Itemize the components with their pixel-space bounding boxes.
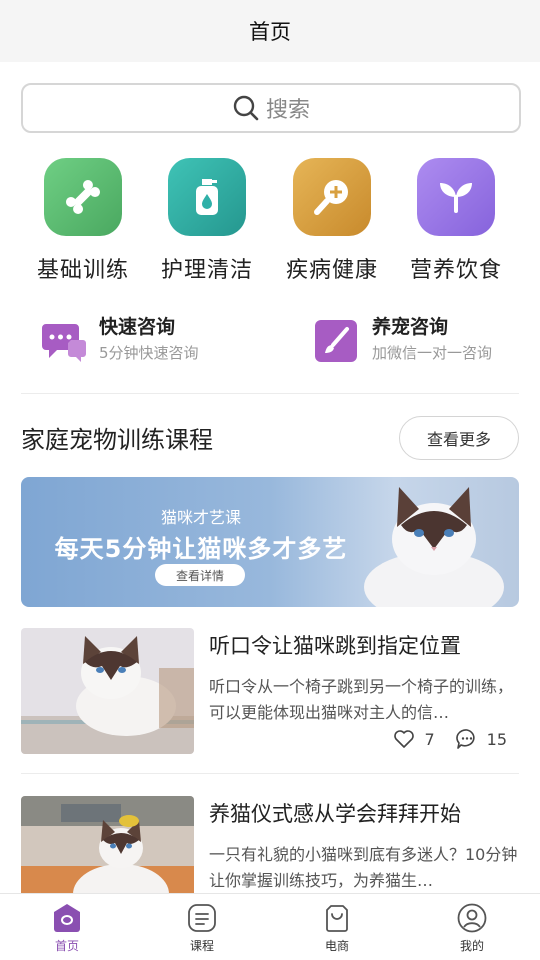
top-bar: 首页	[0, 0, 540, 62]
brush-icon	[315, 320, 357, 362]
course-thumbnail	[21, 628, 194, 754]
pet-consult-subtitle: 加微信一对一咨询	[372, 344, 493, 362]
category-label: 护理清洁	[160, 258, 253, 283]
like-count-value: 7	[424, 729, 435, 749]
banner-subtitle: 猫咪才艺课	[160, 508, 241, 527]
comment-count[interactable]: 15	[455, 727, 507, 751]
bottle-icon	[168, 158, 246, 236]
sprout-icon	[417, 158, 495, 236]
category-basic-training[interactable]: 基础训练	[23, 158, 143, 284]
tab-label: 电商	[324, 939, 349, 953]
tab-profile[interactable]: 我的	[432, 902, 512, 954]
pet-consult-title: 养宠咨询	[372, 316, 449, 338]
tab-courses[interactable]: 课程	[162, 902, 242, 954]
user-icon	[457, 903, 487, 933]
chat-bubble-icon	[42, 324, 86, 362]
home-icon	[54, 904, 80, 932]
shopping-bag-icon	[326, 905, 348, 932]
divider	[21, 773, 519, 774]
tab-home[interactable]: 首页	[27, 902, 107, 954]
divider	[21, 393, 519, 394]
course-item[interactable]: 听口令让猫咪跳到指定位置 听口令从一个椅子跳到另一个椅子的训练，可以更能体现出猫…	[21, 628, 519, 754]
heart-icon	[394, 730, 415, 748]
search-placeholder: 搜索	[265, 98, 310, 123]
category-disease-health[interactable]: 疾病健康	[272, 158, 392, 284]
banner-title: 每天5分钟让猫咪多才多艺	[54, 535, 348, 563]
course-title: 听口令让猫咪跳到指定位置	[209, 634, 461, 658]
bottom-tab-bar: 首页 课程 电商 我的	[0, 893, 540, 960]
quick-consult-title: 快速咨询	[99, 316, 176, 338]
page-title: 首页	[249, 20, 291, 44]
category-label: 基础训练	[36, 258, 129, 283]
like-count[interactable]: 7	[392, 727, 435, 751]
pet-consult[interactable]: 养宠咨询 加微信一对一咨询	[314, 312, 492, 372]
tab-label: 首页	[54, 939, 79, 953]
bone-icon	[44, 158, 122, 236]
quick-consult[interactable]: 快速咨询 5分钟快速咨询	[41, 312, 199, 372]
list-icon	[188, 904, 216, 932]
course-title: 养猫仪式感从学会拜拜开始	[209, 802, 461, 826]
course-description: 听口令从一个椅子跳到另一个椅子的训练，可以更能体现出猫咪对主人的信…	[209, 677, 514, 722]
magnifier-plus-icon	[293, 158, 371, 236]
category-nutrition-diet[interactable]: 营养饮食	[396, 158, 516, 284]
promo-banner[interactable]: 猫咪才艺课 每天5分钟让猫咪多才多艺 查看详情	[21, 477, 519, 607]
search-icon	[233, 95, 259, 121]
tab-shop[interactable]: 电商	[297, 902, 377, 954]
quick-consult-subtitle: 5分钟快速咨询	[99, 344, 199, 362]
tab-label: 课程	[189, 939, 214, 953]
search-input[interactable]: 搜索	[21, 83, 521, 133]
course-stats: 7 15	[372, 727, 507, 751]
course-description: 一只有礼貌的小猫咪到底有多迷人？10分钟让你掌握训练技巧，为养猫生…	[209, 845, 518, 890]
category-label: 疾病健康	[285, 258, 378, 283]
tab-label: 我的	[459, 939, 484, 953]
category-care-cleaning[interactable]: 护理清洁	[147, 158, 267, 284]
category-grid: 基础训练 护理清洁 疾病健康 营养饮食	[0, 158, 540, 288]
comment-count-value: 15	[486, 729, 507, 749]
view-more-button[interactable]: 查看更多	[399, 416, 519, 460]
comment-icon	[455, 729, 475, 749]
category-label: 营养饮食	[409, 258, 502, 283]
section-title: 家庭宠物训练课程	[21, 426, 213, 454]
banner-details-button[interactable]: 查看详情	[155, 564, 245, 586]
